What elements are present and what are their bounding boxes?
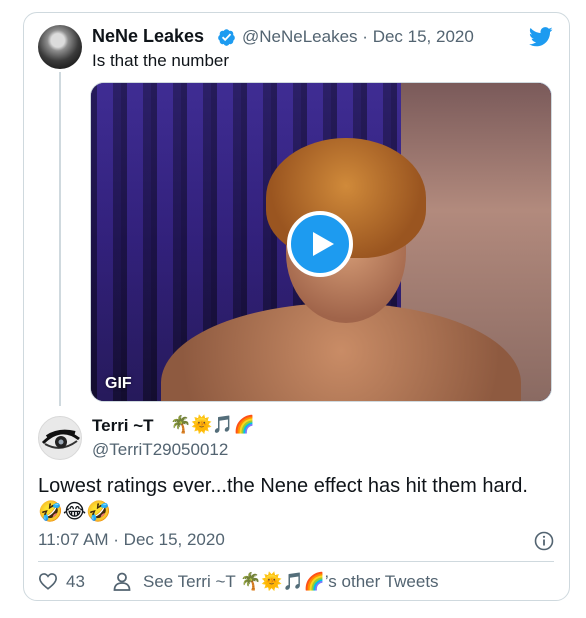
verified-badge-icon <box>218 29 235 46</box>
avatar[interactable] <box>38 416 82 460</box>
reply-author-name[interactable]: Terri ~T <box>92 416 154 436</box>
person-icon <box>113 572 131 591</box>
twitter-bird-icon[interactable] <box>529 27 553 47</box>
heart-icon[interactable] <box>38 572 58 590</box>
parent-handle-date[interactable]: @NeNeLeakes · Dec 15, 2020 <box>242 27 474 47</box>
like-count[interactable]: 43 <box>66 572 85 592</box>
parent-handle[interactable]: @NeNeLeakes <box>242 27 358 46</box>
avatar[interactable] <box>38 25 82 69</box>
reply-handle[interactable]: @TerriT29050012 <box>92 440 228 460</box>
reply-tweet-text: Lowest ratings ever...the Nene effect ha… <box>38 475 528 497</box>
parent-tweet-text: Is that the number <box>92 51 230 70</box>
separator: · <box>362 27 368 46</box>
info-icon[interactable] <box>534 531 554 551</box>
gif-badge: GIF <box>105 375 132 392</box>
divider <box>38 561 554 562</box>
reply-name-emojis: 🌴🌞🎵🌈 <box>170 415 255 434</box>
play-button[interactable] <box>287 211 353 277</box>
thread-line <box>59 72 61 406</box>
see-other-tweets-link[interactable]: See Terri ~T 🌴🌞🎵🌈’s other Tweets <box>143 572 439 592</box>
parent-date[interactable]: Dec 15, 2020 <box>373 27 474 46</box>
avatar-eye-art <box>41 429 80 449</box>
parent-author-name[interactable]: NeNe Leakes <box>92 26 204 47</box>
play-icon <box>313 232 334 256</box>
reply-text-emojis: 🤣😂🤣 <box>38 501 112 523</box>
gif-media[interactable]: GIF <box>90 82 552 402</box>
tweet-timestamp[interactable]: 11:07 AM · Dec 15, 2020 <box>38 530 225 550</box>
